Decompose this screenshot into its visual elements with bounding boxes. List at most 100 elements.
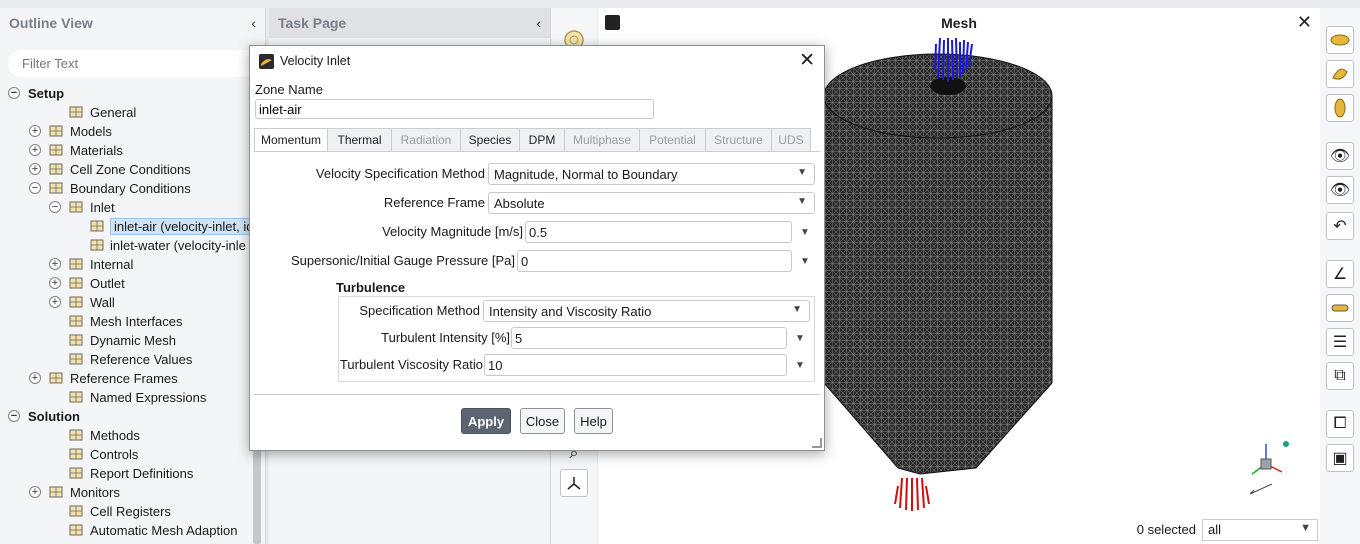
tab-uds[interactable]: UDS: [772, 128, 811, 152]
tree-item[interactable]: Dynamic Mesh: [0, 331, 260, 350]
copy-image-icon[interactable]: ⧠: [1326, 410, 1354, 438]
tab-multiphase[interactable]: Multiphase: [565, 128, 640, 152]
dynamic-mesh-icon: [68, 332, 84, 348]
reference-frame-value: Absolute: [494, 196, 545, 211]
tree-item[interactable]: Named Expressions: [0, 388, 260, 407]
chevron-down-icon[interactable]: ▼: [800, 227, 810, 238]
show-icon[interactable]: 👁: [1326, 142, 1354, 170]
tree-item[interactable]: − Setup: [0, 84, 260, 103]
camera-icon[interactable]: ▣: [1326, 444, 1354, 472]
tree-item[interactable]: inlet-air (velocity-inlet, id: [0, 217, 260, 236]
colormap-icon[interactable]: [1326, 294, 1354, 322]
gauge-pressure-label: Supersonic/Initial Gauge Pressure [Pa]: [290, 253, 515, 268]
turbulent-intensity-input[interactable]: 5: [511, 327, 787, 349]
expand-icon[interactable]: +: [49, 296, 61, 308]
viscosity-ratio-input[interactable]: 10: [484, 354, 787, 376]
chevron-down-icon[interactable]: ▼: [795, 360, 805, 371]
tree-item[interactable]: + Monitors: [0, 483, 260, 502]
expand-icon[interactable]: +: [49, 277, 61, 289]
tree-item[interactable]: − Inlet: [0, 198, 260, 217]
close-dialog-icon[interactable]: ✕: [799, 49, 815, 72]
annotate-icon[interactable]: ⧉: [1326, 362, 1354, 390]
tree-item[interactable]: + Materials: [0, 141, 260, 160]
dialog-title-bar[interactable]: Velocity Inlet ✕: [250, 46, 824, 76]
tab-thermal[interactable]: Thermal: [328, 128, 392, 152]
zone-name-label: Zone Name: [255, 82, 323, 97]
selection-filter-dropdown[interactable]: all ▼: [1202, 519, 1318, 541]
tab-potential[interactable]: Potential: [640, 128, 706, 152]
view-iso-icon[interactable]: [1326, 60, 1354, 88]
velocity-spec-label: Velocity Specification Method: [315, 166, 485, 181]
filter-text-input[interactable]: [8, 50, 258, 77]
tree-item[interactable]: inlet-water (velocity-inle: [0, 236, 260, 255]
tree-item[interactable]: − Boundary Conditions: [0, 179, 260, 198]
collapse-icon[interactable]: −: [8, 87, 20, 99]
tree-item[interactable]: Controls: [0, 445, 260, 464]
materials-icon: [48, 142, 64, 158]
expand-icon[interactable]: +: [29, 486, 41, 498]
tree-item-label: Named Expressions: [90, 390, 207, 405]
close-button[interactable]: Close: [520, 408, 565, 434]
tree-item[interactable]: + Reference Frames: [0, 369, 260, 388]
tree-item[interactable]: Reference Values: [0, 350, 260, 369]
turbulent-intensity-label: Turbulent Intensity [%]: [381, 330, 510, 345]
report-icon[interactable]: ☰: [1326, 328, 1354, 356]
tab-structure[interactable]: Structure: [706, 128, 772, 152]
tree-item-label: Solution: [28, 409, 80, 424]
tree-item[interactable]: Mesh Interfaces: [0, 312, 260, 331]
view-side-icon[interactable]: [1326, 94, 1354, 122]
tree-item[interactable]: + Outlet: [0, 274, 260, 293]
tree-item[interactable]: + Internal: [0, 255, 260, 274]
tree-item[interactable]: Cell Registers: [0, 502, 260, 521]
tree-item[interactable]: Report Definitions: [0, 464, 260, 483]
tree-item[interactable]: Automatic Mesh Adaption: [0, 521, 260, 540]
help-button[interactable]: Help: [574, 408, 613, 434]
collapse-task-page-icon[interactable]: ‹: [536, 15, 541, 31]
tree-item[interactable]: − Solution: [0, 407, 260, 426]
view-front-icon[interactable]: [1326, 26, 1354, 54]
undo-view-icon[interactable]: ↶: [1326, 212, 1354, 240]
selection-filter-value: all: [1208, 522, 1222, 537]
zone-name-input[interactable]: [255, 99, 654, 119]
axes-icon[interactable]: [560, 469, 588, 497]
reference-frame-dropdown[interactable]: Absolute ▼: [488, 192, 815, 214]
tree-item-label: Cell Zone Conditions: [70, 162, 191, 177]
plot-icon[interactable]: ∠: [1326, 260, 1354, 288]
expand-icon[interactable]: +: [29, 372, 41, 384]
tree-item[interactable]: + Models: [0, 122, 260, 141]
chevron-down-icon[interactable]: ▼: [800, 256, 810, 267]
task-page-title: Task Page: [278, 15, 347, 31]
collapse-icon[interactable]: −: [49, 201, 61, 213]
collapse-icon[interactable]: −: [29, 182, 41, 194]
collapse-panel-icon[interactable]: ‹: [251, 15, 256, 31]
tab-dpm[interactable]: DPM: [520, 128, 565, 152]
expand-icon[interactable]: +: [29, 163, 41, 175]
chevron-down-icon[interactable]: ▼: [795, 333, 805, 344]
outlet-icon: [68, 275, 84, 291]
outline-view-header: Outline View ‹: [0, 8, 265, 38]
tree-item-label: inlet-air (velocity-inlet, id: [110, 218, 258, 235]
tree-item[interactable]: + Wall: [0, 293, 260, 312]
apply-button[interactable]: Apply: [461, 408, 511, 434]
hide-icon[interactable]: 👁: [1326, 176, 1354, 204]
velocity-spec-value: Magnitude, Normal to Boundary: [494, 167, 678, 182]
expand-icon[interactable]: +: [29, 144, 41, 156]
tab-species[interactable]: Species: [461, 128, 520, 152]
expand-icon[interactable]: +: [29, 125, 41, 137]
task-page-header: Task Page ‹: [269, 8, 550, 38]
selection-count: 0 selected: [1136, 522, 1196, 537]
tree-item[interactable]: Methods: [0, 426, 260, 445]
turbulence-spec-row: Specification Method Intensity and Visco…: [254, 300, 820, 322]
tree-item[interactable]: + Cell Zone Conditions: [0, 160, 260, 179]
collapse-icon[interactable]: −: [8, 410, 20, 422]
gauge-pressure-input[interactable]: 0: [517, 250, 792, 272]
tree-item-label: Reference Frames: [70, 371, 178, 386]
turbulence-spec-dropdown[interactable]: Intensity and Viscosity Ratio ▼: [483, 300, 810, 322]
velocity-magnitude-input[interactable]: 0.5: [525, 221, 792, 243]
resize-grip-icon[interactable]: [812, 438, 822, 448]
tab-radiation[interactable]: Radiation: [392, 128, 461, 152]
expand-icon[interactable]: +: [49, 258, 61, 270]
tab-momentum[interactable]: Momentum: [254, 128, 328, 152]
velocity-spec-dropdown[interactable]: Magnitude, Normal to Boundary ▼: [488, 163, 815, 185]
tree-item[interactable]: General: [0, 103, 260, 122]
